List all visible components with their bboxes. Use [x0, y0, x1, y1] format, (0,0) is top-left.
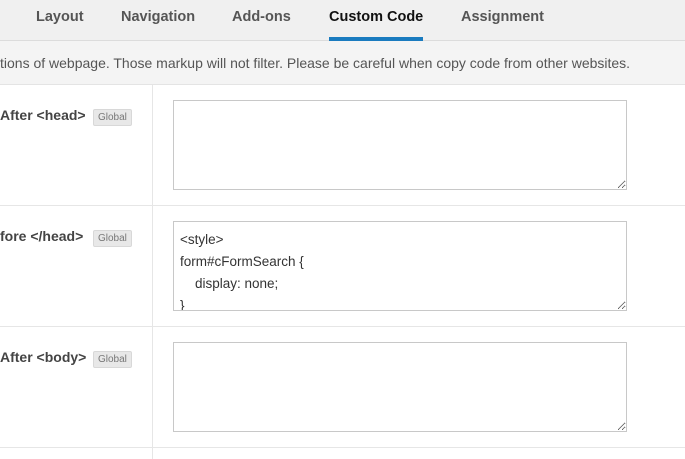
- tab-custom-code[interactable]: Custom Code: [329, 0, 424, 41]
- tab-assignment[interactable]: Assignment: [461, 0, 544, 40]
- global-badge: Global: [93, 109, 132, 126]
- row-label: After <body>: [0, 349, 87, 365]
- after-body-code-textarea[interactable]: [173, 342, 627, 432]
- code-row-after-body: After <body> Global: [0, 327, 685, 448]
- row-label: After <head>: [0, 107, 86, 123]
- row-label: fore </head>: [0, 228, 84, 244]
- tab-bar: Layout Navigation Add-ons Custom Code As…: [0, 0, 685, 41]
- tab-add-ons[interactable]: Add-ons: [232, 0, 291, 40]
- column-divider: [152, 447, 153, 459]
- tab-layout[interactable]: Layout: [36, 0, 84, 40]
- code-row-after-head: After <head> Global: [0, 85, 685, 206]
- notice-text: tions of webpage. Those markup will not …: [0, 55, 631, 71]
- column-divider: [152, 85, 153, 205]
- global-badge: Global: [93, 351, 132, 368]
- code-row-before-head-close: fore </head> Global: [0, 206, 685, 327]
- column-divider: [152, 327, 153, 447]
- notice-bar: tions of webpage. Those markup will not …: [0, 41, 685, 85]
- column-divider: [152, 206, 153, 326]
- next-row-partial: [0, 447, 685, 459]
- tab-navigation[interactable]: Navigation: [121, 0, 195, 40]
- before-head-close-code-textarea[interactable]: [173, 221, 627, 311]
- after-head-code-textarea[interactable]: [173, 100, 627, 190]
- global-badge: Global: [93, 230, 132, 247]
